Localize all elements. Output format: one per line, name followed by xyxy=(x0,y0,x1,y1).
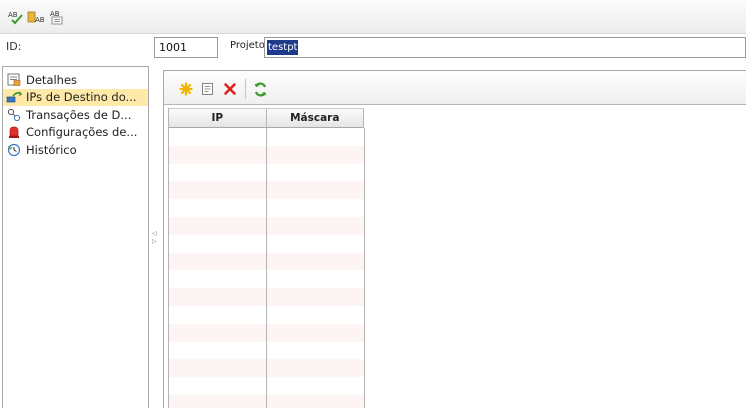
table-row xyxy=(169,252,365,271)
sidebar-item-destination-ips[interactable]: IPs de Destino do... xyxy=(3,88,148,106)
sidebar-item-transactions[interactable]: Transações de D... xyxy=(3,106,148,124)
panel-toolbar xyxy=(164,71,746,105)
table-row xyxy=(169,163,365,182)
table-row xyxy=(169,128,365,146)
table-row xyxy=(169,199,365,217)
sidebar-item-label: IPs de Destino do... xyxy=(26,90,137,105)
table-header: IP Máscara xyxy=(169,108,364,128)
new-icon[interactable] xyxy=(176,79,196,99)
top-toolbar: AB AB AB xyxy=(0,0,746,34)
table-row xyxy=(169,341,365,360)
table-row xyxy=(169,181,365,200)
sidebar-item-settings[interactable]: Configurações de... xyxy=(3,124,148,142)
column-header-mask[interactable]: Máscara xyxy=(267,109,364,127)
svg-text:AB: AB xyxy=(8,11,18,19)
project-label: Projeto: xyxy=(230,40,269,51)
table-row xyxy=(169,288,365,306)
edit-icon[interactable] xyxy=(198,79,218,99)
sidebar-item-label: Histórico xyxy=(26,142,77,157)
table-row xyxy=(169,359,365,378)
spell-check-icon[interactable]: AB xyxy=(7,9,25,25)
table-row xyxy=(169,270,365,289)
sidebar-item-label: Detalhes xyxy=(26,72,78,87)
svg-text:AB: AB xyxy=(35,16,45,24)
ip-panel: IP Máscara xyxy=(163,70,746,408)
transactions-icon xyxy=(6,108,22,122)
history-icon xyxy=(6,143,22,157)
sidebar-nav: Detalhes IPs de Destino do... Transações… xyxy=(2,66,149,408)
alert-settings-icon xyxy=(6,125,22,139)
details-icon xyxy=(6,73,22,87)
spell-check-options-icon[interactable]: AB xyxy=(48,9,66,25)
id-label: ID: xyxy=(6,40,22,53)
delete-icon[interactable] xyxy=(220,79,240,99)
sidebar-item-details[interactable]: Detalhes xyxy=(3,71,148,89)
id-field[interactable]: 1001 xyxy=(154,37,218,58)
column-header-ip[interactable]: IP xyxy=(169,109,267,127)
table-row xyxy=(169,145,365,164)
project-value: testpt xyxy=(267,40,299,55)
toolbar-separator xyxy=(245,79,246,99)
network-ip-icon xyxy=(6,90,22,104)
sidebar-item-label: Transações de D... xyxy=(26,107,132,122)
table-row xyxy=(169,305,365,324)
spell-check-field-icon[interactable]: AB xyxy=(27,9,45,25)
collapse-arrows-icon[interactable]: ◁ ▷ xyxy=(152,230,158,246)
table-row xyxy=(169,394,365,408)
table-row xyxy=(169,216,365,235)
table-row xyxy=(169,323,365,342)
table-row xyxy=(169,377,365,395)
refresh-icon[interactable] xyxy=(250,79,270,99)
table-body[interactable] xyxy=(169,128,365,408)
project-field[interactable]: testpt xyxy=(264,37,746,58)
sidebar-item-history[interactable]: Histórico xyxy=(3,141,148,159)
ip-table: IP Máscara xyxy=(168,108,365,408)
table-row xyxy=(169,234,365,253)
sidebar-item-label: Configurações de... xyxy=(26,125,138,140)
